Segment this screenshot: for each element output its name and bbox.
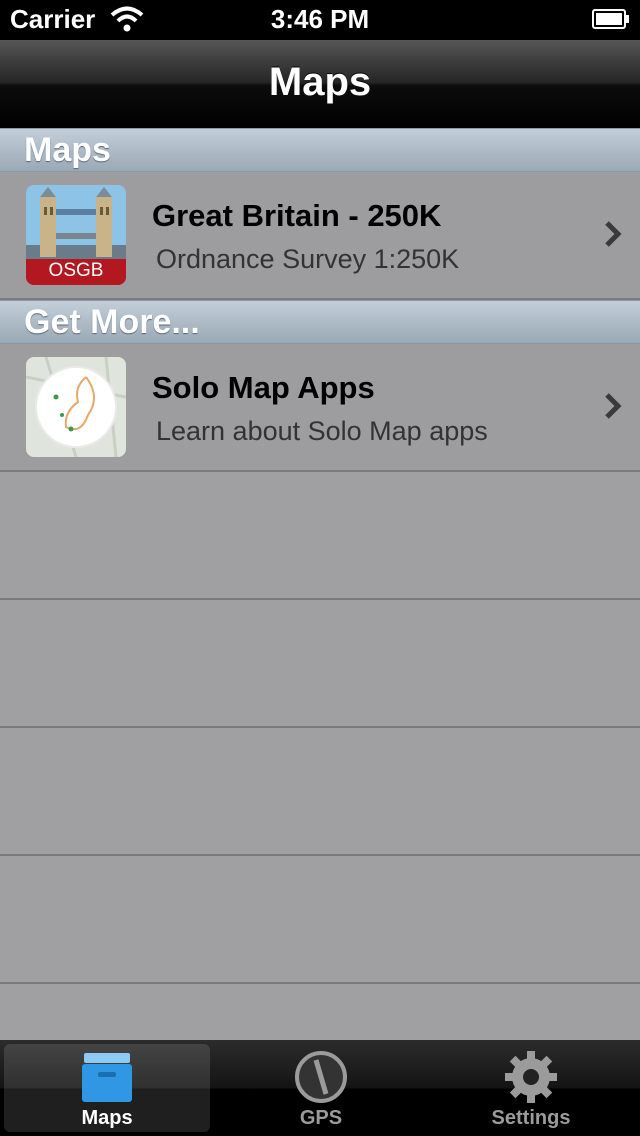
navigation-bar: Maps (0, 40, 640, 129)
tab-label: GPS (299, 1107, 343, 1129)
carrier-label: Carrier (10, 4, 96, 34)
table-separator (0, 598, 640, 600)
section-header-get-more: Get More... (0, 300, 640, 344)
section-header-maps: Maps (0, 128, 640, 172)
tab-label: Settings (491, 1107, 571, 1129)
tab-maps[interactable]: Maps (4, 1044, 210, 1132)
wifi-icon (110, 6, 144, 37)
status-bar: Carrier 3:46 PM (0, 0, 640, 40)
gear-icon (504, 1050, 558, 1109)
tower-bridge-thumbnail: OSGB (26, 185, 126, 285)
row-title: Great Britain - 250K (152, 198, 442, 233)
osgb-badge: OSGB (48, 260, 104, 281)
status-time: 3:46 PM (270, 4, 370, 34)
chevron-right-icon (604, 220, 622, 253)
table-separator (0, 726, 640, 728)
tab-bar: Maps GPS Settings (0, 1040, 640, 1136)
tab-settings[interactable]: Settings (428, 1044, 634, 1132)
tab-label: Maps (81, 1107, 133, 1129)
battery-icon (592, 9, 630, 34)
chevron-right-icon (604, 392, 622, 425)
row-subtitle: Ordnance Survey 1:250K (156, 244, 460, 274)
table-separator (0, 854, 640, 856)
page-title: Maps (268, 60, 372, 104)
table-separator (0, 982, 640, 984)
compass-icon (294, 1050, 348, 1109)
section-header-label: Maps (24, 131, 111, 169)
solo-map-thumbnail (26, 357, 126, 457)
maps-box-icon (80, 1050, 134, 1109)
map-row-solo-map-apps[interactable]: Solo Map Apps Learn about Solo Map apps (0, 344, 640, 472)
section-header-label: Get More... (24, 303, 200, 341)
row-subtitle: Learn about Solo Map apps (156, 416, 488, 446)
map-row-great-britain[interactable]: OSGB Great Britain - 250K Ordnance Surve… (0, 172, 640, 300)
tab-gps[interactable]: GPS (218, 1044, 424, 1132)
row-title: Solo Map Apps (152, 370, 375, 405)
